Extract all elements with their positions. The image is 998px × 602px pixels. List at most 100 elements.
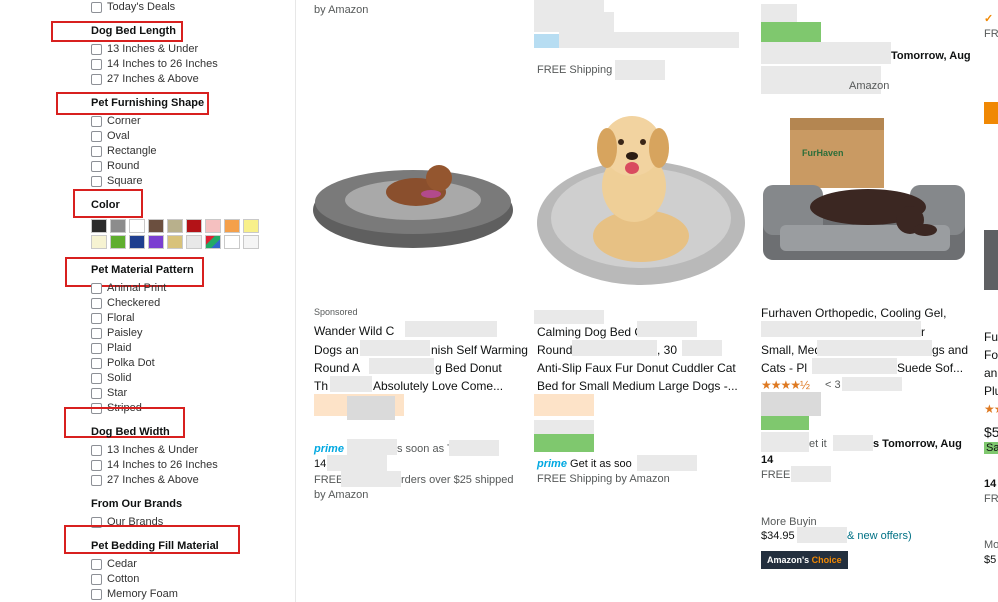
- filter-option[interactable]: Round: [91, 159, 139, 173]
- checkbox[interactable]: [91, 327, 102, 339]
- filter-option[interactable]: 27 Inches & Above: [91, 72, 199, 86]
- checkbox[interactable]: [91, 130, 102, 142]
- offers-link[interactable]: & new offers): [847, 530, 912, 542]
- section-title-from-our-brands: From Our Brands: [91, 498, 183, 510]
- color-swatch[interactable]: [167, 235, 183, 249]
- color-swatch[interactable]: [91, 219, 107, 233]
- product-title-line[interactable]: Plu: [984, 384, 998, 398]
- checkbox[interactable]: [91, 297, 102, 309]
- checkbox[interactable]: [91, 282, 102, 294]
- color-swatch[interactable]: [167, 219, 183, 233]
- blurred-rating: [534, 0, 604, 12]
- filter-option[interactable]: Checkered: [91, 296, 160, 310]
- checkbox[interactable]: [91, 73, 102, 85]
- star-rating[interactable]: ★★★★½: [761, 378, 810, 392]
- product-title-line[interactable]: Fur: [984, 330, 998, 344]
- checkbox[interactable]: [91, 387, 102, 399]
- product-title-line[interactable]: , 30: [657, 343, 677, 357]
- checkbox[interactable]: [91, 1, 102, 13]
- filter-option[interactable]: Solid: [91, 371, 131, 385]
- filter-option-label: Checkered: [107, 297, 161, 309]
- color-swatch[interactable]: [110, 235, 126, 249]
- filter-option[interactable]: Corner: [91, 114, 141, 128]
- checkbox[interactable]: [91, 357, 102, 369]
- filter-option[interactable]: Cedar: [91, 557, 137, 571]
- checkbox[interactable]: [91, 312, 102, 324]
- product-title-line[interactable]: Bed for Small Medium Large Dogs -...: [537, 379, 738, 393]
- checkbox[interactable]: [91, 342, 102, 354]
- checkbox[interactable]: [91, 444, 102, 456]
- filter-option[interactable]: Animal Print: [91, 281, 166, 295]
- color-swatch[interactable]: [148, 219, 164, 233]
- checkbox[interactable]: [91, 175, 102, 187]
- product-title-line[interactable]: Suede Sof...: [897, 361, 963, 375]
- filter-option[interactable]: Paisley: [91, 326, 142, 340]
- product-title-line[interactable]: Anti-Slip Faux Fur Donut Cuddler Cat: [537, 361, 736, 375]
- checkbox[interactable]: [91, 372, 102, 384]
- filter-option[interactable]: Memory Foam: [91, 587, 178, 601]
- checkbox[interactable]: [91, 558, 102, 570]
- color-swatch[interactable]: [243, 235, 259, 249]
- checkbox[interactable]: [91, 474, 102, 486]
- product-title-line[interactable]: Furhaven Orthopedic, Cooling Gel,: [761, 306, 946, 320]
- filter-option-label: Star: [107, 387, 128, 399]
- color-swatch[interactable]: [91, 235, 107, 249]
- color-swatch[interactable]: [243, 219, 259, 233]
- filter-option[interactable]: Polka Dot: [91, 356, 155, 370]
- color-swatch[interactable]: [186, 235, 202, 249]
- product-title-line[interactable]: Cats - Pl: [761, 361, 807, 375]
- product-title-line[interactable]: Round A: [314, 361, 360, 375]
- filter-option[interactable]: Floral: [91, 311, 135, 325]
- filter-option[interactable]: 14 Inches to 26 Inches: [91, 458, 218, 472]
- product-title-line[interactable]: Calming Dog Bed C: [537, 325, 643, 339]
- filter-option[interactable]: 13 Inches & Under: [91, 443, 198, 457]
- checkbox[interactable]: [91, 145, 102, 157]
- filter-option[interactable]: Cotton: [91, 572, 139, 586]
- filter-option[interactable]: Plaid: [91, 341, 131, 355]
- product-title-line[interactable]: an: [984, 366, 997, 380]
- filter-option-todays-deals[interactable]: Today's Deals: [91, 0, 175, 14]
- product-title-line[interactable]: Dogs an: [314, 343, 359, 357]
- product-image-fluffy-donut-bed-with-golden-retriever[interactable]: [537, 108, 747, 288]
- color-swatch[interactable]: [129, 235, 145, 249]
- filter-option[interactable]: 14 Inches to 26 Inches: [91, 57, 218, 71]
- filter-option[interactable]: Star: [91, 386, 127, 400]
- color-swatch[interactable]: [186, 219, 202, 233]
- product-title-line[interactable]: Th: [314, 379, 328, 393]
- product-image-partial[interactable]: [984, 230, 998, 290]
- filter-option[interactable]: Square: [91, 174, 142, 188]
- color-swatch[interactable]: [148, 235, 164, 249]
- checkbox[interactable]: [91, 573, 102, 585]
- color-swatch[interactable]: [224, 219, 240, 233]
- checkbox[interactable]: [91, 588, 102, 600]
- blurred-region: [405, 321, 497, 337]
- checkbox[interactable]: [91, 43, 102, 55]
- filter-option[interactable]: 27 Inches & Above: [91, 473, 199, 487]
- product-image-donut-bed-with-poodle[interactable]: [311, 150, 516, 250]
- filter-option[interactable]: Rectangle: [91, 144, 157, 158]
- filter-option[interactable]: Oval: [91, 129, 130, 143]
- product-title-line[interactable]: Small, Medi: [761, 343, 824, 357]
- color-swatch[interactable]: [224, 235, 240, 249]
- product-title-line[interactable]: nish Self Warming: [431, 343, 528, 357]
- product-title-line[interactable]: Round: [537, 343, 572, 357]
- product-title-line[interactable]: gs and: [932, 343, 968, 357]
- blurred-region: [341, 471, 401, 487]
- checkbox[interactable]: [91, 160, 102, 172]
- checkbox[interactable]: [91, 58, 102, 70]
- filter-option[interactable]: 13 Inches & Under: [91, 42, 198, 56]
- star-rating[interactable]: ★★: [984, 402, 998, 416]
- color-swatch[interactable]: [205, 235, 221, 249]
- product-image-orthopedic-sofa-bed-with-dog[interactable]: [760, 115, 968, 275]
- product-title-line[interactable]: g Bed Donut: [435, 361, 502, 375]
- color-swatch[interactable]: [110, 219, 126, 233]
- product-title-line[interactable]: r: [921, 325, 925, 339]
- product-title-line[interactable]: Wander Wild C: [314, 324, 394, 338]
- color-swatch[interactable]: [129, 219, 145, 233]
- product-title-line[interactable]: Absolutely Love Come...: [373, 379, 503, 393]
- color-swatch[interactable]: [205, 219, 221, 233]
- product-title-line[interactable]: Foa: [984, 348, 998, 362]
- rating-count[interactable]: < 3: [825, 379, 841, 391]
- checkbox[interactable]: [91, 115, 102, 127]
- checkbox[interactable]: [91, 459, 102, 471]
